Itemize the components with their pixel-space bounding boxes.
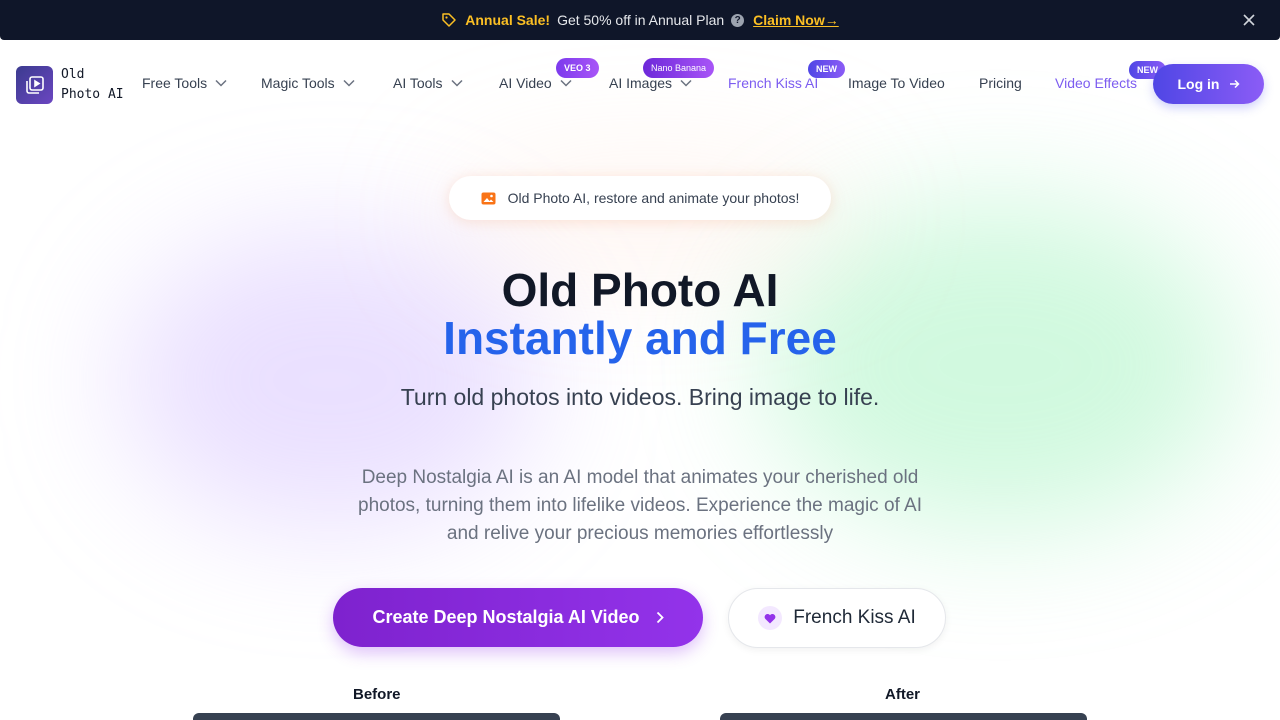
hero-title-line-2: Instantly and Free [443,312,837,364]
french-kiss-label: French Kiss AI [793,607,916,628]
nav-video-effects[interactable]: Video Effects [1055,75,1137,91]
hero-pill-text: Old Photo AI, restore and animate your p… [507,190,800,206]
claim-now-link[interactable]: Claim Now→ [753,12,839,28]
logo-text: Old Photo AI [61,65,131,105]
sale-label: Annual Sale! [465,12,551,28]
nav-french-kiss[interactable]: French Kiss AI [728,75,818,91]
french-kiss-button[interactable]: French Kiss AI [728,588,946,648]
chevron-down-icon [215,79,227,87]
logo-line-2: Photo AI [61,87,124,102]
main-navbar: Old Photo AI Free Tools Magic Tools AI T… [0,40,1280,130]
promo-banner: Annual Sale! Get 50% off in Annual Plan … [0,0,1280,40]
nav-ai-tools-label: AI Tools [393,75,443,91]
login-button[interactable]: Log in [1153,64,1264,104]
tag-icon [441,12,457,28]
nav-image-to-video[interactable]: Image To Video [848,75,945,91]
question-icon[interactable]: ? [731,13,745,27]
image-icon [481,192,496,205]
logo-line-1: Old [61,67,85,82]
heart-icon [758,606,783,630]
login-label: Log in [1177,76,1220,92]
nano-banana-badge: Nano Banana [643,58,715,78]
chevron-down-icon [680,79,692,87]
chevron-down-icon [451,79,463,87]
nav-french-kiss-label: French Kiss AI [728,75,819,91]
logo[interactable]: Old Photo AI [16,65,131,105]
chevron-right-icon [656,611,664,624]
play-stack-icon [16,66,53,104]
before-label: Before [353,686,401,703]
new-badge: NEW [808,60,845,78]
nav-video-effects-label: Video Effects [1055,75,1137,91]
nav-magic-tools-label: Magic Tools [261,75,335,91]
nav-magic-tools[interactable]: Magic Tools [261,75,355,91]
hero-subtitle: Turn old photos into videos. Bring image… [400,384,880,410]
nav-image-to-video-label: Image To Video [848,75,945,91]
create-video-label: Create Deep Nostalgia AI Video [372,607,640,627]
hero-description: Deep Nostalgia AI is an AI model that an… [358,467,922,544]
nav-ai-tools[interactable]: AI Tools [393,75,463,91]
veo-badge: VEO 3 [556,58,599,78]
before-video-frame[interactable] [193,713,560,720]
create-video-button[interactable]: Create Deep Nostalgia AI Video [333,588,703,647]
nav-pricing[interactable]: Pricing [979,75,1022,91]
nav-pricing-label: Pricing [979,75,1022,91]
chevron-down-icon [560,79,572,87]
nav-free-tools[interactable]: Free Tools [142,75,227,91]
nav-ai-video[interactable]: AI Video [499,75,572,91]
nav-free-tools-label: Free Tools [142,75,208,91]
hero-pill: Old Photo AI, restore and animate your p… [449,176,831,220]
chevron-down-icon [343,79,355,87]
after-label: After [885,686,921,703]
nav-ai-video-label: AI Video [499,75,552,91]
after-video-frame[interactable] [720,713,1087,720]
close-icon[interactable] [1240,11,1258,29]
offer-text: Get 50% off in Annual Plan [557,12,725,28]
arrow-right-icon [1229,79,1240,89]
